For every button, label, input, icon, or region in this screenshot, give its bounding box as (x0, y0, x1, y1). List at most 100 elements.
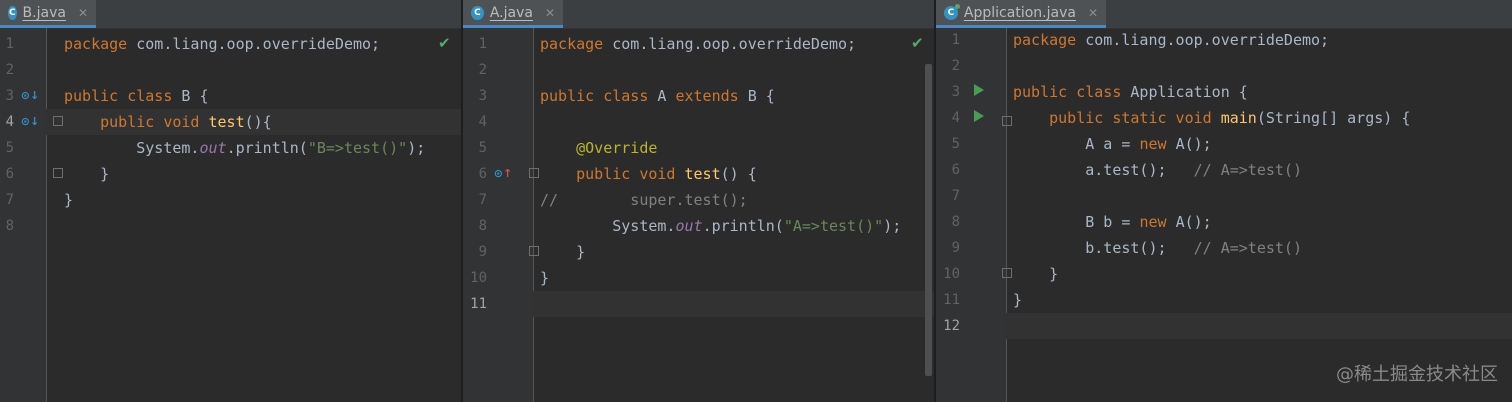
code-line: // super.test(); (540, 187, 748, 213)
overridden-method-icon[interactable]: ⊙↓ (21, 87, 39, 103)
line-number: 5 (5, 140, 14, 156)
code-token: System. (64, 139, 200, 157)
check-icon: ✔ (911, 34, 924, 52)
code-line: public class A extends B { (540, 83, 775, 109)
code-token: // super.test(); (540, 191, 748, 209)
code-line: package com.liang.oop.overrideDemo; (1013, 27, 1329, 53)
check-icon: ✔ (438, 34, 451, 52)
code-line: public void test(){ (64, 109, 272, 135)
code-token: public class (64, 87, 182, 105)
line-number: 9 (478, 244, 487, 260)
fold-icon[interactable] (529, 246, 539, 256)
fold-icon[interactable] (1002, 116, 1012, 126)
code-token: out (199, 139, 227, 157)
tab-bar: C Application.java ✕ (936, 0, 1512, 29)
code-token: public class (540, 87, 658, 105)
code-token: test (684, 165, 721, 183)
code-token: A(); (1175, 135, 1212, 153)
line-number: 8 (478, 218, 487, 234)
code-token: public static void (1049, 109, 1221, 127)
run-icon[interactable] (974, 84, 984, 96)
code-token: package (540, 35, 613, 53)
fold-icon[interactable] (529, 168, 539, 178)
code-line: package com.liang.oop.overrideDemo; (64, 31, 380, 57)
close-icon[interactable]: ✕ (545, 6, 555, 20)
line-number: 3 (5, 88, 14, 104)
code-token: package (64, 35, 137, 53)
line-number: 6 (478, 166, 487, 182)
code-token: package (1013, 31, 1086, 49)
overridden-method-icon[interactable]: ⊙↓ (21, 113, 39, 129)
fold-icon[interactable] (1002, 268, 1012, 278)
line-number: 4 (5, 114, 14, 130)
java-main-class-icon: C (944, 3, 960, 20)
run-icon[interactable] (974, 110, 984, 122)
code-token: B b = (1013, 213, 1140, 231)
line-number: 2 (5, 62, 14, 78)
code-token: com.liang.oop.overrideDemo; (612, 35, 857, 53)
code-token: new (1139, 213, 1176, 231)
code-token: } (540, 269, 550, 287)
tab-label: Application.java (963, 4, 1076, 21)
line-number: 1 (5, 36, 14, 52)
tab-application-java[interactable]: C Application.java ✕ (936, 0, 1106, 28)
tab-bar: C B.java ✕ (0, 0, 462, 29)
code-token: B { (181, 87, 209, 105)
line-number: 7 (5, 192, 14, 208)
line-number: 6 (951, 162, 960, 178)
line-number: 4 (951, 110, 960, 126)
code-token: (){ (244, 113, 272, 131)
close-icon[interactable]: ✕ (1088, 6, 1098, 20)
current-line-highlight (1006, 313, 1512, 339)
code-line: public class B { (64, 83, 209, 109)
code-token: out (675, 217, 703, 235)
editor-pane-a: C A.java ✕ 1 package com.liang.oop.overri… (463, 0, 935, 402)
scrollbar[interactable] (925, 64, 932, 376)
overriding-method-icon[interactable]: ⊙ ↑ (494, 165, 512, 181)
code-token: public class (1013, 83, 1131, 101)
code-token: // A=>test() (1193, 161, 1302, 179)
tab-a-java[interactable]: C A.java ✕ (463, 0, 563, 28)
line-number: 9 (951, 240, 960, 256)
line-number: 4 (478, 114, 487, 130)
code-token: (String[] args) { (1256, 109, 1411, 127)
code-line: B b = new A(); (1013, 209, 1211, 235)
tab-bar: C A.java ✕ (463, 0, 935, 29)
tab-b-java[interactable]: C B.java ✕ (0, 0, 96, 28)
editor-pane-b: C B.java ✕ 1 package com.liang.oop.overri… (0, 0, 462, 402)
code-token: @Override (576, 139, 658, 157)
code-line: } (1013, 287, 1022, 313)
line-number: 6 (5, 166, 14, 182)
code-line: public class Application { (1013, 79, 1248, 105)
code-token: main (1220, 109, 1257, 127)
current-line-highlight (533, 291, 935, 317)
code-token: System. (540, 217, 676, 235)
code-token: } (64, 165, 110, 183)
code-token: .println( (702, 217, 784, 235)
code-token: A (657, 87, 676, 105)
code-line: } (540, 265, 549, 291)
fold-icon[interactable] (53, 116, 63, 126)
close-icon[interactable]: ✕ (78, 6, 88, 20)
code-token: ); (883, 217, 902, 235)
code-token: new (1139, 135, 1176, 153)
line-number: 3 (478, 88, 487, 104)
code-line: System.out.println("A=>test()"); (540, 213, 901, 239)
code-token: } (540, 243, 586, 261)
line-number: 5 (478, 140, 487, 156)
code-token: } (1013, 265, 1059, 283)
fold-icon[interactable] (53, 168, 63, 178)
code-line: public void test() { (540, 161, 757, 187)
code-token: com.liang.oop.overrideDemo; (136, 35, 381, 53)
code-line: System.out.println("B=>test()"); (64, 135, 425, 161)
tab-label: B.java (22, 4, 66, 21)
line-number: 11 (943, 292, 960, 308)
line-number: 11 (470, 296, 487, 312)
code-token: test (208, 113, 245, 131)
code-token: a.test(); (1013, 161, 1194, 179)
line-number: 10 (943, 266, 960, 282)
watermark: @稀土掘金技术社区 (1336, 364, 1498, 385)
code-line: a.test(); // A=>test() (1013, 157, 1302, 183)
code-token: Application { (1130, 83, 1248, 101)
